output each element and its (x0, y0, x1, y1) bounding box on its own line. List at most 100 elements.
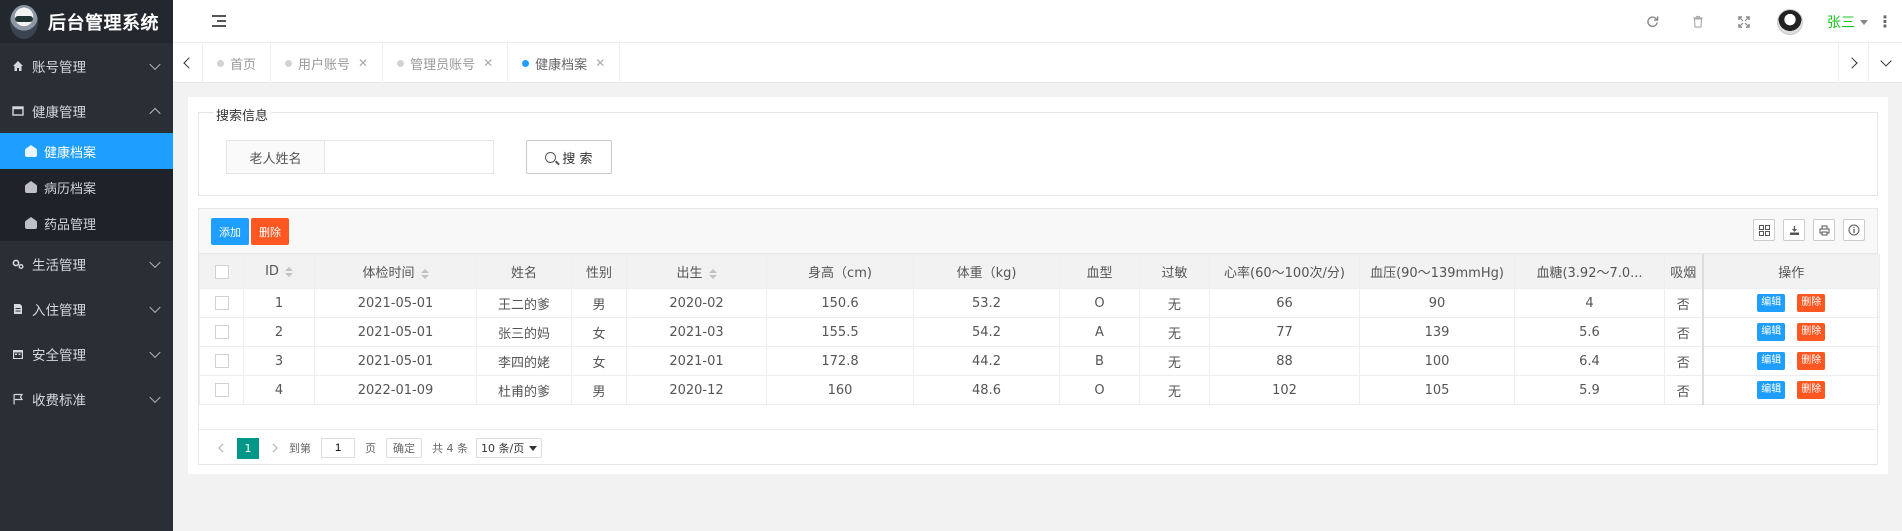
edit-button[interactable]: 编辑 (1757, 381, 1786, 399)
goto-confirm-button[interactable]: 确定 (386, 438, 422, 458)
fullscreen-icon[interactable] (1721, 0, 1767, 43)
table-cell: 3 (243, 346, 315, 376)
sidebar-item-label: 生活管理 (32, 257, 86, 274)
tab-label: 健康档案 (535, 57, 588, 73)
sidebar-submenu-health: 健康档案 病历档案 药品管理 (0, 133, 173, 241)
flag-icon (13, 393, 24, 404)
table-cell: 女 (571, 317, 627, 347)
close-icon[interactable]: ✕ (358, 56, 368, 70)
column-header: 过敏 (1139, 254, 1210, 289)
table-cell: O (1059, 375, 1140, 405)
batch-delete-button[interactable]: 删除 (251, 218, 289, 245)
tab-user-accounts[interactable]: 用户账号 ✕ (271, 43, 384, 83)
sidebar-item-label: 入住管理 (32, 302, 86, 319)
goto-suffix: 页 (365, 442, 376, 455)
row-select-cell (199, 317, 244, 347)
sidebar-item-account[interactable]: 账号管理 (0, 43, 173, 88)
user-menu[interactable]: 张三 (1827, 12, 1868, 32)
table-cell: 男 (571, 375, 627, 405)
table-row: 3 2021-05-01 李四的姥女 2021-01 172.8 44.2 B 无 88 100 6… (199, 346, 1880, 376)
window-icon (12, 105, 24, 116)
table-row: 1 2021-05-01 王二的爹男 2020-02 150.6 53.2 O 无 66 90 4 否… (199, 288, 1880, 318)
delete-button[interactable]: 删除 (1797, 381, 1826, 399)
edit-button[interactable]: 编辑 (1757, 323, 1786, 341)
table-cell: 160 (766, 375, 914, 405)
page-size-select[interactable]: 10 条/页 (476, 438, 543, 458)
info-icon[interactable] (1843, 219, 1865, 241)
sort-icon[interactable] (708, 268, 717, 279)
prev-page-button[interactable] (211, 438, 231, 458)
home-icon (13, 60, 23, 71)
column-header[interactable]: 体检时间 (314, 254, 477, 289)
table-toolbar: 添加 删除 (199, 209, 1877, 254)
tab-scroll-right-button[interactable] (1838, 43, 1868, 83)
sidebar-item-health[interactable]: 健康管理 (0, 88, 173, 133)
sidebar-item-life[interactable]: 生活管理 (0, 241, 173, 286)
checkbox[interactable] (214, 264, 229, 279)
sidebar-item-health-records[interactable]: 健康档案 (0, 133, 173, 169)
sort-icon[interactable] (420, 268, 429, 279)
dashboard-icon (25, 145, 37, 157)
edit-button[interactable]: 编辑 (1757, 352, 1786, 370)
tab-health-records[interactable]: 健康档案 ✕ (508, 43, 621, 83)
close-icon[interactable]: ✕ (483, 56, 493, 70)
table-cell: 2021-03 (626, 317, 767, 347)
column-header[interactable]: ID (243, 254, 315, 289)
add-button[interactable]: 添加 (211, 218, 249, 245)
current-page[interactable]: 1 (237, 437, 259, 459)
sidebar-item-medicine[interactable]: 药品管理 (0, 205, 173, 241)
tab-home[interactable]: 首页 (203, 43, 272, 83)
brand: 后台管理系统 (0, 0, 173, 43)
sidebar-item-label: 健康档案 (44, 145, 97, 161)
sidebar-item-label: 账号管理 (32, 59, 86, 76)
tab-bar: 首页 用户账号 ✕ 管理员账号 ✕ 健康档案 ✕ (173, 43, 1902, 83)
delete-button[interactable]: 删除 (1797, 294, 1826, 312)
health-records-table: ID 体检时间 姓名 性别 出生 身高（cm) 体重（kg) 血型 过敏 心率(… (199, 254, 1880, 405)
table-cell: 155.5 (766, 317, 914, 347)
table-cell: 48.6 (913, 375, 1060, 405)
avatar[interactable] (1777, 8, 1803, 35)
table-header-row: ID 体检时间 姓名 性别 出生 身高（cm) 体重（kg) 血型 过敏 心率(… (199, 254, 1880, 289)
table-cell: 77 (1209, 317, 1360, 347)
table-cell: B (1059, 346, 1140, 376)
menu-toggle-icon[interactable] (212, 15, 226, 27)
sidebar-item-medical-records[interactable]: 病历档案 (0, 169, 173, 205)
table-cell: 王二的爹 (476, 288, 572, 318)
print-icon[interactable] (1813, 219, 1835, 241)
next-page-button[interactable] (265, 438, 285, 458)
search-button[interactable]: 搜 索 (526, 140, 612, 174)
table-cell: 88 (1209, 346, 1360, 376)
header-select-all[interactable] (199, 254, 244, 289)
sort-icon[interactable] (284, 266, 293, 277)
column-header[interactable]: 出生 (626, 254, 767, 289)
refresh-icon[interactable] (1629, 0, 1675, 43)
table-cell: 张三的妈 (476, 317, 572, 347)
table-cell: 102 (1209, 375, 1360, 405)
sidebar: 后台管理系统 账号管理 健康管理 健康档案 病历档案 药品管理 生活管理 入住管… (0, 0, 173, 531)
tab-menu-button[interactable] (1868, 43, 1902, 83)
delete-button[interactable]: 删除 (1797, 323, 1826, 341)
edit-button[interactable]: 编辑 (1757, 294, 1786, 312)
export-icon[interactable] (1783, 219, 1805, 241)
delete-button[interactable]: 删除 (1797, 352, 1826, 370)
table-tool-icons (1753, 219, 1865, 241)
sidebar-item-fees[interactable]: 收费标准 (0, 376, 173, 421)
elder-name-input[interactable] (324, 140, 494, 174)
table-cell: 2021-05-01 (314, 346, 477, 376)
checkbox[interactable] (214, 296, 229, 310)
more-icon[interactable]: ⋮ (1868, 0, 1902, 43)
goto-page-input[interactable] (321, 438, 355, 458)
columns-filter-icon[interactable] (1753, 219, 1775, 241)
trash-icon[interactable] (1675, 0, 1721, 43)
sidebar-item-checkin[interactable]: 入住管理 (0, 286, 173, 331)
row-actions: 编辑 删除 (1701, 375, 1880, 405)
table-cell: 2021-01 (626, 346, 767, 376)
table-cell: 否 (1664, 375, 1703, 405)
checkbox[interactable] (214, 325, 229, 339)
tab-scroll-left-button[interactable] (173, 43, 203, 83)
sidebar-item-security[interactable]: 安全管理 (0, 331, 173, 376)
checkbox[interactable] (214, 354, 229, 368)
close-icon[interactable]: ✕ (595, 56, 605, 70)
checkbox[interactable] (214, 383, 229, 397)
tab-admin-accounts[interactable]: 管理员账号 ✕ (383, 43, 509, 83)
